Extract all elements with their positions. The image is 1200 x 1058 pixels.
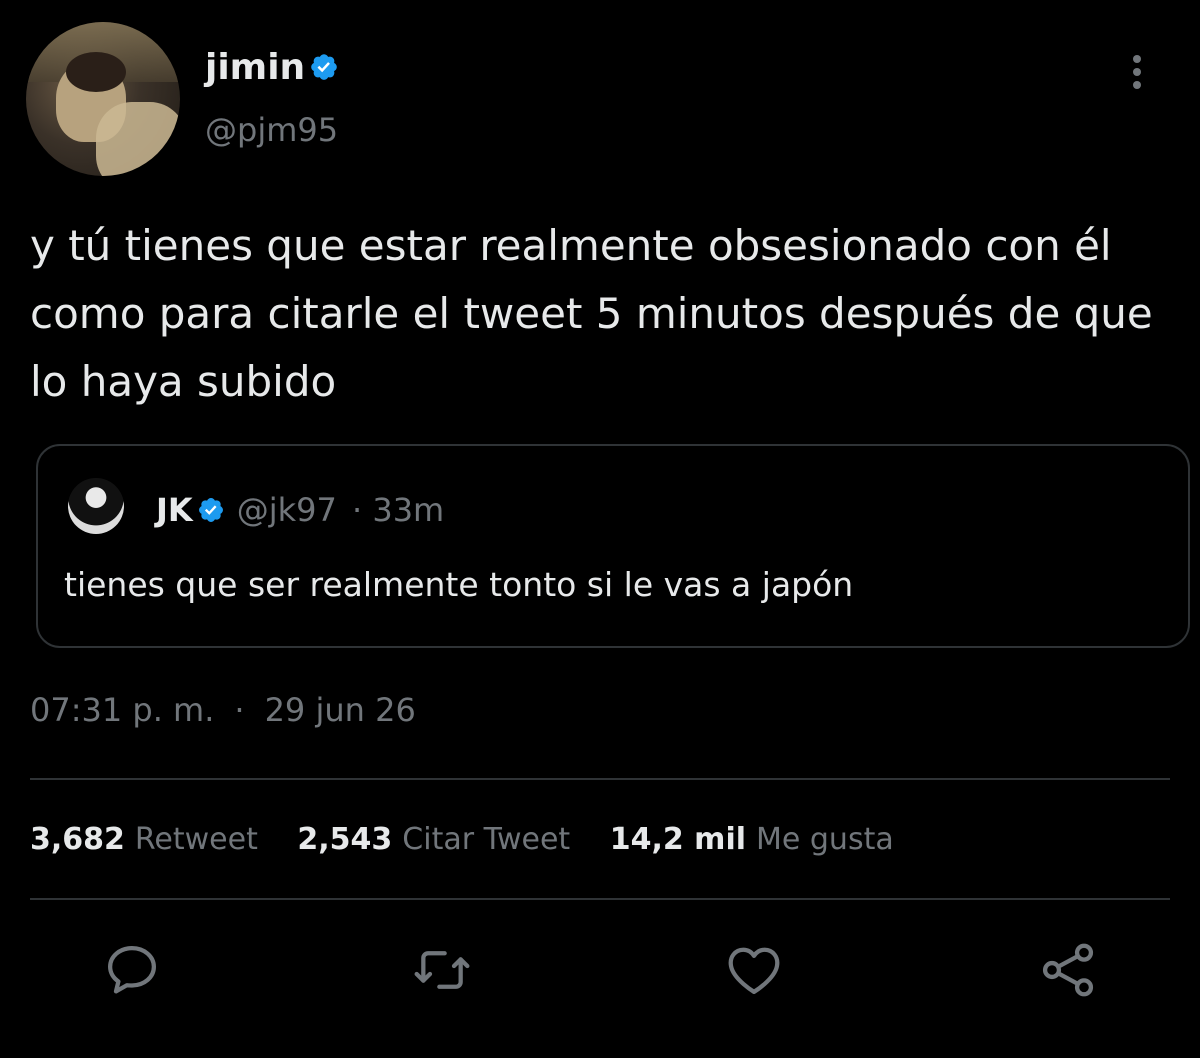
quoted-age: · 33m xyxy=(351,491,445,529)
quoted-author-avatar xyxy=(68,478,124,534)
author-handle[interactable]: @pjm95 xyxy=(205,108,338,152)
quoted-display-name: JK xyxy=(156,491,193,529)
quote-count: 2,543 xyxy=(297,822,393,857)
author-display-name[interactable]: jimin xyxy=(205,47,305,88)
verified-badge-icon xyxy=(311,54,337,80)
retweet-label: Retweet xyxy=(134,822,258,857)
retweet-icon[interactable] xyxy=(410,938,474,1002)
share-icon[interactable] xyxy=(1036,938,1100,1002)
tweet-text: y tú tienes que estar realmente obsesion… xyxy=(30,221,1153,406)
quoted-handle: @jk97 xyxy=(236,491,337,529)
divider xyxy=(30,898,1170,900)
tweet-timestamp[interactable]: 07:31 p. m. · 29 jun 26 xyxy=(30,688,416,732)
divider xyxy=(30,778,1170,780)
tweet-date: 29 jun 26 xyxy=(264,691,416,729)
quoted-author-row: JK @jk97 · 33m xyxy=(156,488,444,532)
tweet-time: 07:31 p. m. xyxy=(30,691,215,729)
timestamp-separator: · xyxy=(234,691,245,729)
like-label: Me gusta xyxy=(756,822,894,857)
like-stat[interactable]: 14,2 mil Me gusta xyxy=(610,822,894,857)
more-vertical-icon[interactable] xyxy=(1127,55,1147,95)
quote-stat[interactable]: 2,543 Citar Tweet xyxy=(297,822,570,857)
retweet-stat[interactable]: 3,682 Retweet xyxy=(30,822,258,857)
like-count: 14,2 mil xyxy=(609,822,747,857)
tweet-stats: 3,682 Retweet 2,543 Citar Tweet 14,2 mil Me… xyxy=(30,818,924,862)
verified-badge-icon xyxy=(198,498,223,522)
retweet-count: 3,682 xyxy=(30,822,125,857)
quoted-tweet-text: tienes que ser realmente tonto si le vas… xyxy=(64,565,854,604)
reply-icon[interactable] xyxy=(100,938,164,1002)
author-avatar[interactable] xyxy=(26,22,180,176)
heart-icon[interactable] xyxy=(722,938,786,1002)
author-name-row[interactable]: jimin xyxy=(205,44,339,92)
quote-label: Citar Tweet xyxy=(402,822,571,857)
quoted-tweet-card[interactable]: JK @jk97 · 33m tienes que ser realmente t… xyxy=(36,444,1190,648)
